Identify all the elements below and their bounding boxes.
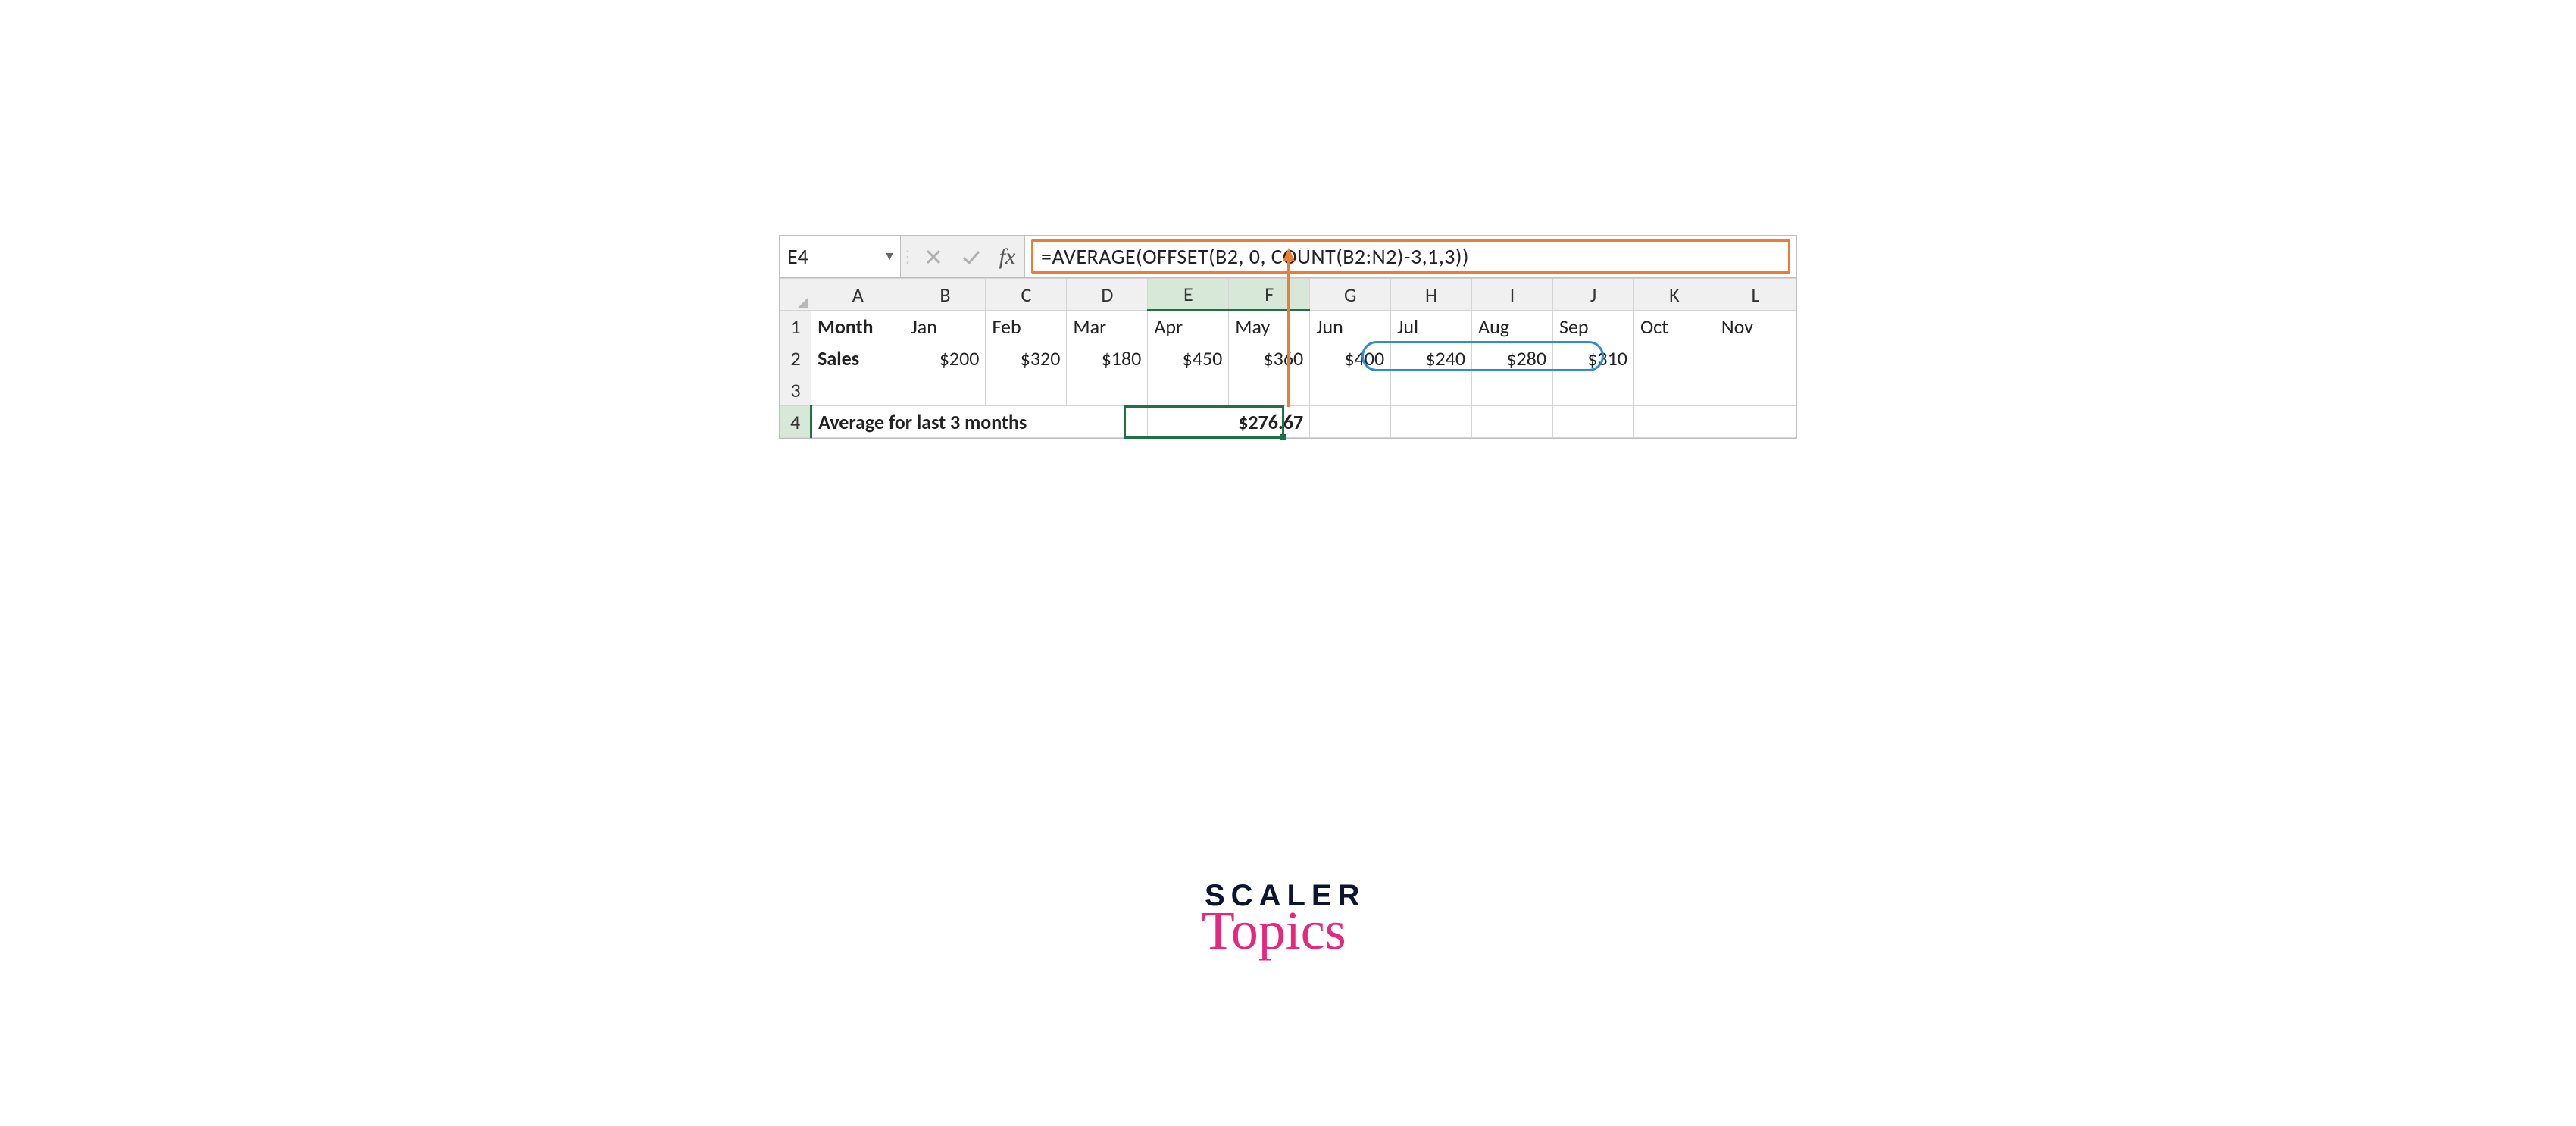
col-header-D[interactable]: D <box>1067 279 1148 311</box>
col-header-F[interactable]: F <box>1229 279 1310 311</box>
cell-H1[interactable]: Jul <box>1391 311 1472 342</box>
cell-A1[interactable]: Month <box>811 311 905 342</box>
cell-G3[interactable] <box>1310 374 1391 406</box>
row-header-1[interactable]: 1 <box>780 311 811 342</box>
cell-H4[interactable] <box>1391 406 1472 438</box>
cell-D1[interactable]: Mar <box>1067 311 1148 342</box>
cell-A3[interactable] <box>811 374 905 406</box>
cell-G2[interactable]: $400 <box>1310 342 1391 374</box>
cell-K2[interactable] <box>1633 342 1715 374</box>
cell-E2[interactable]: $450 <box>1148 342 1229 374</box>
cell-J4[interactable] <box>1553 406 1634 438</box>
cell-E4[interactable]: $276.67 <box>1148 406 1310 438</box>
col-header-I[interactable]: I <box>1472 279 1553 311</box>
cell-C3[interactable] <box>986 374 1067 406</box>
col-header-L[interactable]: L <box>1715 279 1796 311</box>
cell-B3[interactable] <box>905 374 986 406</box>
cell-J2[interactable]: $310 <box>1553 342 1634 374</box>
cell-D3[interactable] <box>1067 374 1148 406</box>
cell-L3[interactable] <box>1715 374 1796 406</box>
cell-A4[interactable]: Average for last 3 months <box>811 406 1148 438</box>
cell-I4[interactable] <box>1472 406 1553 438</box>
col-header-E[interactable]: E <box>1148 279 1229 311</box>
cell-B1[interactable]: Jan <box>905 311 986 342</box>
cell-J3[interactable] <box>1553 374 1634 406</box>
excel-window: E4 ▼ ⋮ fx =AVERAGE(OFFSET(B2, 0, COUNT(B… <box>779 235 1797 439</box>
cell-C2[interactable]: $320 <box>986 342 1067 374</box>
cell-L4[interactable] <box>1715 406 1796 438</box>
column-header-row: A B C D E F G H I J K L <box>780 279 1796 311</box>
cell-F3[interactable] <box>1229 374 1310 406</box>
divider: ⋮ <box>901 236 914 277</box>
cell-L1[interactable]: Nov <box>1715 311 1796 342</box>
select-all-corner[interactable] <box>780 279 811 311</box>
row-3: 3 <box>780 374 1796 406</box>
col-header-B[interactable]: B <box>905 279 986 311</box>
row-header-4[interactable]: 4 <box>780 406 811 438</box>
cell-G1[interactable]: Jun <box>1310 311 1391 342</box>
cell-K1[interactable]: Oct <box>1633 311 1715 342</box>
name-box-value: E4 <box>787 243 883 270</box>
cell-I3[interactable] <box>1472 374 1553 406</box>
cell-K4[interactable] <box>1633 406 1715 438</box>
cell-J1[interactable]: Sep <box>1553 311 1634 342</box>
cell-G4[interactable] <box>1310 406 1391 438</box>
row-header-3[interactable]: 3 <box>780 374 811 406</box>
cell-E3[interactable] <box>1148 374 1229 406</box>
cell-A2[interactable]: Sales <box>811 342 905 374</box>
fx-icon[interactable]: fx <box>990 236 1025 277</box>
cell-L2[interactable] <box>1715 342 1796 374</box>
col-header-H[interactable]: H <box>1391 279 1472 311</box>
name-box[interactable]: E4 ▼ <box>780 236 901 277</box>
cell-F1[interactable]: May <box>1229 311 1310 342</box>
cell-I1[interactable]: Aug <box>1472 311 1553 342</box>
cell-E1[interactable]: Apr <box>1148 311 1229 342</box>
col-header-J[interactable]: J <box>1553 279 1634 311</box>
row-header-2[interactable]: 2 <box>780 342 811 374</box>
cell-H3[interactable] <box>1391 374 1472 406</box>
row-4: 4 Average for last 3 months $276.67 <box>780 406 1796 438</box>
enter-icon[interactable] <box>952 236 990 277</box>
formula-bar: E4 ▼ ⋮ fx =AVERAGE(OFFSET(B2, 0, COUNT(B… <box>780 236 1796 278</box>
col-header-A[interactable]: A <box>811 279 905 311</box>
spreadsheet-grid[interactable]: A B C D E F G H I J K L 1 Month Jan <box>780 278 1796 438</box>
cell-D2[interactable]: $180 <box>1067 342 1148 374</box>
brand-line2: Topics <box>1182 899 1365 962</box>
cell-F2[interactable]: $360 <box>1229 342 1310 374</box>
cell-H2[interactable]: $240 <box>1391 342 1472 374</box>
col-header-G[interactable]: G <box>1310 279 1391 311</box>
chevron-down-icon[interactable]: ▼ <box>883 249 896 264</box>
cancel-icon[interactable] <box>914 236 952 277</box>
row-1: 1 Month Jan Feb Mar Apr May Jun Jul Aug … <box>780 311 1796 342</box>
col-header-K[interactable]: K <box>1633 279 1715 311</box>
cell-C1[interactable]: Feb <box>986 311 1067 342</box>
brand-logo: SCALER Topics <box>1205 879 1365 962</box>
row-2: 2 Sales $200 $320 $180 $450 $360 $400 $2… <box>780 342 1796 374</box>
cell-B2[interactable]: $200 <box>905 342 986 374</box>
cell-K3[interactable] <box>1633 374 1715 406</box>
col-header-C[interactable]: C <box>986 279 1067 311</box>
formula-input[interactable]: =AVERAGE(OFFSET(B2, 0, COUNT(B2:N2)-3,1,… <box>1031 239 1790 274</box>
cell-I2[interactable]: $280 <box>1472 342 1553 374</box>
